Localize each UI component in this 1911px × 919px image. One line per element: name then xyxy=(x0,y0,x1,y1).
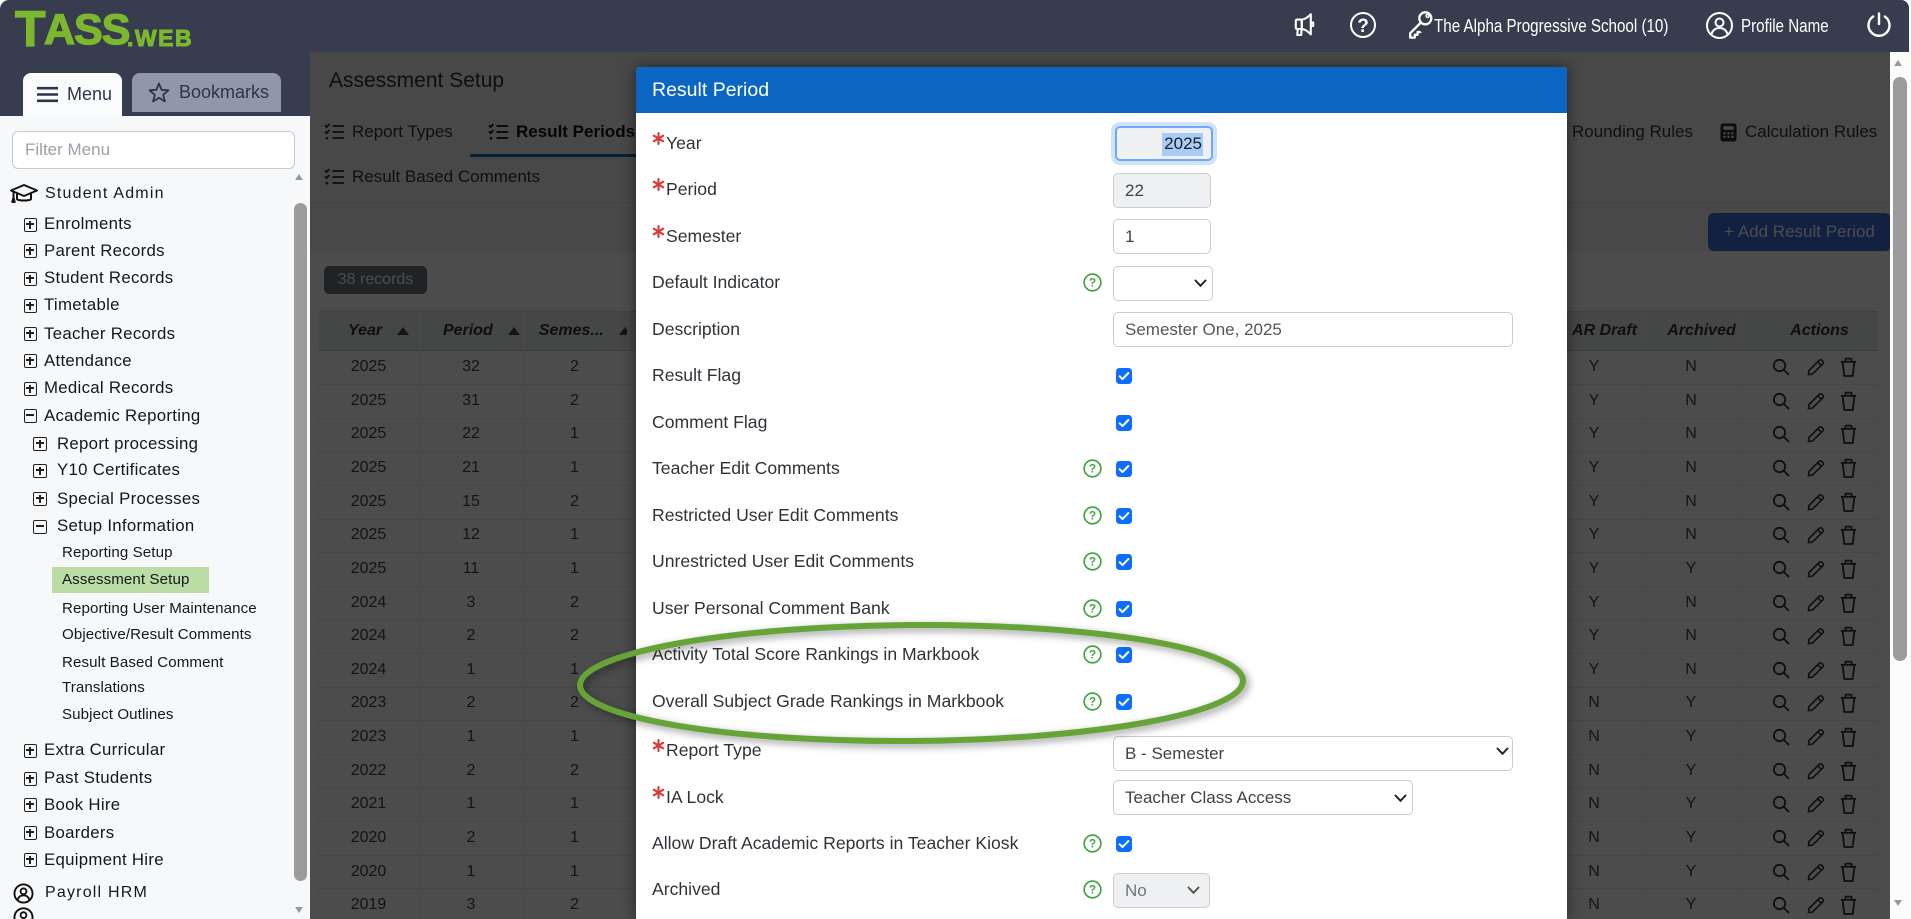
svg-text:?: ? xyxy=(1357,16,1369,37)
svg-text:?: ? xyxy=(1089,882,1096,896)
svg-text:?: ? xyxy=(1089,275,1096,289)
svg-text:?: ? xyxy=(1089,554,1096,568)
svg-text:?: ? xyxy=(1089,461,1096,475)
svg-text:?: ? xyxy=(1089,508,1096,522)
svg-text:?: ? xyxy=(1089,836,1096,850)
